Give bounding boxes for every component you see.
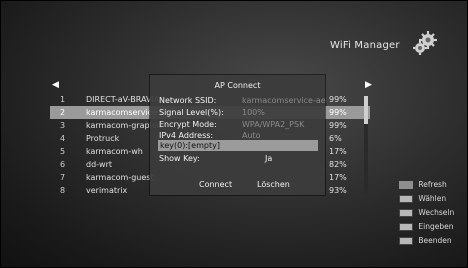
encrypt-label: Encrypt Mode: (159, 120, 217, 129)
ssid-value: karmacomservice-ae (242, 96, 326, 105)
gear-icon (413, 31, 437, 55)
show-key-label: Show Key: (159, 154, 200, 163)
row-signal: 93% (329, 186, 347, 195)
row-signal: 99% (329, 95, 347, 104)
legend-select[interactable]: Wählen (399, 194, 454, 208)
list-scrollbar[interactable] (364, 96, 368, 194)
row-signal: 17% (329, 173, 347, 182)
signal-label: Signal Level(%): (159, 108, 224, 117)
row-signal: 99% (329, 121, 347, 130)
row-signal: 6% (329, 134, 342, 143)
legend-switch[interactable]: Wechseln (399, 208, 454, 222)
show-key-toggle[interactable]: Ja (265, 154, 272, 163)
ok-key-icon (399, 223, 413, 231)
ipv4-label: IPv4 Address: (159, 131, 214, 140)
scroll-thumb[interactable] (364, 96, 368, 124)
row-number: 4 (60, 134, 66, 143)
connect-button[interactable]: Connect (193, 179, 238, 190)
legend-enter[interactable]: Eingeben (399, 222, 454, 236)
ap-connect-dialog: AP Connect Network SSID: karmacomservice… (150, 75, 326, 195)
page-title: WiFi Manager (330, 40, 400, 51)
row-signal: 99% (329, 108, 347, 117)
nav-right-arrow[interactable]: ▶ (365, 80, 372, 90)
row-number: 2 (60, 108, 66, 117)
row-number: 6 (60, 160, 66, 169)
legend-refresh[interactable]: Refresh (399, 180, 454, 194)
signal-value: 100% (242, 108, 265, 117)
row-number: 1 (60, 95, 66, 104)
legend-exit[interactable]: Beenden (399, 236, 454, 250)
legend-label: Refresh (418, 180, 447, 189)
row-number: 7 (60, 173, 66, 182)
legend-label: Beenden (418, 236, 452, 245)
loschen-button[interactable]: Löschen (251, 179, 296, 190)
arrows-key-icon (399, 209, 413, 217)
key-legend: Refresh Wählen Wechseln Eingeben Beenden (399, 180, 454, 250)
ipv4-value: Auto (242, 131, 261, 140)
row-number: 5 (60, 147, 66, 156)
row-signal: 82% (329, 160, 347, 169)
dialog-title: AP Connect (214, 81, 261, 90)
row-signal: 17% (329, 147, 347, 156)
encrypt-value: WPA/WPA2_PSK (242, 120, 305, 129)
ok-key-icon (399, 195, 413, 203)
red-key-icon (399, 181, 413, 189)
wifi-manager-screen: WiFi Manager ◀ ▶ 1 DIRECT-aV-BRAVIA 99% … (0, 0, 468, 268)
exit-key-icon (399, 237, 413, 245)
row-number: 8 (60, 186, 66, 195)
legend-label: Wechseln (418, 208, 455, 217)
ssid-label: Network SSID: (159, 96, 217, 105)
key-input[interactable]: key(0):[empty] (158, 140, 318, 151)
legend-label: Wählen (418, 194, 447, 203)
nav-left-arrow[interactable]: ◀ (52, 80, 59, 90)
legend-label: Eingeben (418, 222, 454, 231)
row-number: 3 (60, 121, 66, 130)
